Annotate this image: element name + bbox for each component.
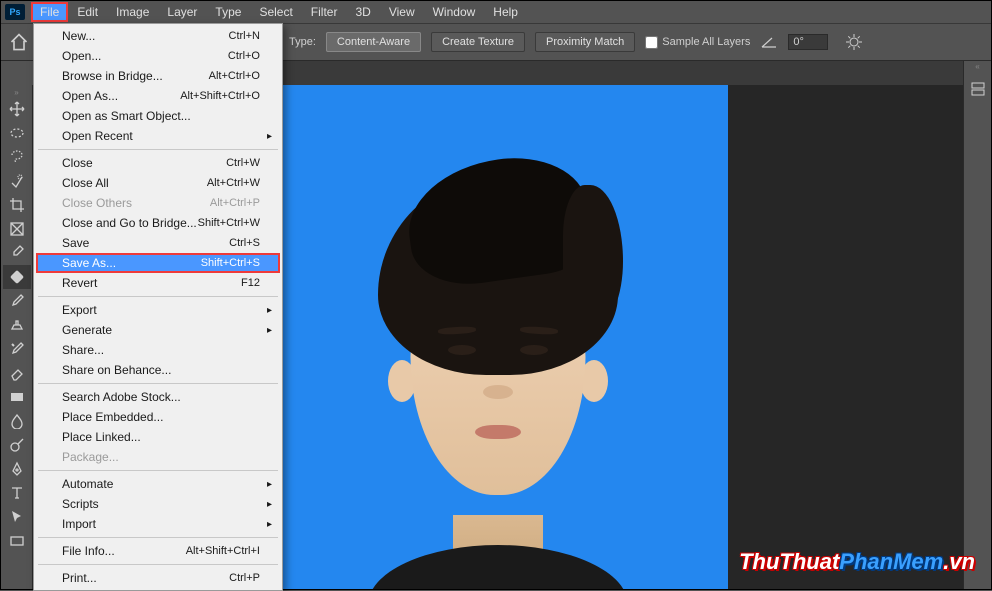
menu-item-place-linked[interactable]: Place Linked... bbox=[36, 427, 280, 447]
menu-layer[interactable]: Layer bbox=[158, 2, 206, 22]
menu-item-search-adobe-stock[interactable]: Search Adobe Stock... bbox=[36, 387, 280, 407]
menu-item-close-others: Close OthersAlt+Ctrl+P bbox=[36, 193, 280, 213]
menu-item-generate[interactable]: Generate bbox=[36, 320, 280, 340]
portrait-image bbox=[338, 175, 658, 589]
toolbox: » bbox=[1, 85, 33, 589]
menu-edit[interactable]: Edit bbox=[68, 2, 107, 22]
menu-item-export[interactable]: Export bbox=[36, 300, 280, 320]
pen-tool[interactable] bbox=[3, 457, 31, 481]
menu-item-package: Package... bbox=[36, 447, 280, 467]
move-tool[interactable] bbox=[3, 97, 31, 121]
menu-filter[interactable]: Filter bbox=[302, 2, 347, 22]
eraser-tool[interactable] bbox=[3, 361, 31, 385]
blur-tool[interactable] bbox=[3, 409, 31, 433]
menu-item-automate[interactable]: Automate bbox=[36, 474, 280, 494]
menu-item-close-all[interactable]: Close AllAlt+Ctrl+W bbox=[36, 173, 280, 193]
menu-item-scripts[interactable]: Scripts bbox=[36, 494, 280, 514]
menu-item-place-embedded[interactable]: Place Embedded... bbox=[36, 407, 280, 427]
menu-item-open-as[interactable]: Open As...Alt+Shift+Ctrl+O bbox=[36, 86, 280, 106]
angle-icon bbox=[760, 35, 778, 49]
menu-item-open-recent[interactable]: Open Recent bbox=[36, 126, 280, 146]
home-icon[interactable] bbox=[9, 32, 29, 52]
type-tool[interactable] bbox=[3, 481, 31, 505]
frame-tool[interactable] bbox=[3, 217, 31, 241]
content-aware-button[interactable]: Content-Aware bbox=[326, 32, 421, 52]
watermark: ThuThuatPhanMem.vn bbox=[739, 549, 975, 575]
menu-item-open[interactable]: Open...Ctrl+O bbox=[36, 46, 280, 66]
path-selection-tool[interactable] bbox=[3, 505, 31, 529]
menu-item-close[interactable]: CloseCtrl+W bbox=[36, 153, 280, 173]
menu-item-file-info[interactable]: File Info...Alt+Shift+Ctrl+I bbox=[36, 541, 280, 561]
clone-stamp-tool[interactable] bbox=[3, 313, 31, 337]
menu-item-browse-in-bridge[interactable]: Browse in Bridge...Alt+Ctrl+O bbox=[36, 66, 280, 86]
app-logo: Ps bbox=[5, 4, 25, 20]
menu-item-open-as-smart-object[interactable]: Open as Smart Object... bbox=[36, 106, 280, 126]
right-panel: « bbox=[963, 61, 991, 589]
menu-window[interactable]: Window bbox=[424, 2, 485, 22]
eyedropper-tool[interactable] bbox=[3, 241, 31, 265]
menu-item-close-and-go-to-bridge[interactable]: Close and Go to Bridge...Shift+Ctrl+W bbox=[36, 213, 280, 233]
sample-all-layers-checkbox[interactable]: Sample All Layers bbox=[645, 36, 750, 49]
lasso-tool[interactable] bbox=[3, 145, 31, 169]
menu-select[interactable]: Select bbox=[250, 2, 301, 22]
menu-view[interactable]: View bbox=[380, 2, 424, 22]
menu-type[interactable]: Type bbox=[206, 2, 250, 22]
menu-item-import[interactable]: Import bbox=[36, 514, 280, 534]
marquee-tool[interactable] bbox=[3, 121, 31, 145]
crop-tool[interactable] bbox=[3, 193, 31, 217]
menu-image[interactable]: Image bbox=[107, 2, 158, 22]
gradient-tool[interactable] bbox=[3, 385, 31, 409]
menu-item-new[interactable]: New...Ctrl+N bbox=[36, 26, 280, 46]
rectangle-tool[interactable] bbox=[3, 529, 31, 553]
menu-3d[interactable]: 3D bbox=[346, 2, 379, 22]
menu-file[interactable]: File bbox=[31, 2, 68, 22]
expand-right-panel-icon[interactable]: « bbox=[964, 61, 991, 71]
file-menu-dropdown: New...Ctrl+NOpen...Ctrl+OBrowse in Bridg… bbox=[33, 23, 283, 591]
panel-icon[interactable] bbox=[968, 79, 988, 99]
healing-brush-tool[interactable] bbox=[3, 265, 31, 289]
angle-input[interactable] bbox=[788, 34, 828, 50]
brush-tool[interactable] bbox=[3, 289, 31, 313]
quick-selection-tool[interactable] bbox=[3, 169, 31, 193]
create-texture-button[interactable]: Create Texture bbox=[431, 32, 525, 52]
menu-item-save-as[interactable]: Save As...Shift+Ctrl+S bbox=[36, 253, 280, 273]
brush-settings-icon[interactable] bbox=[846, 34, 862, 50]
dodge-tool[interactable] bbox=[3, 433, 31, 457]
menu-item-save[interactable]: SaveCtrl+S bbox=[36, 233, 280, 253]
type-label: Type: bbox=[289, 36, 316, 48]
menubar: Ps File Edit Image Layer Type Select Fil… bbox=[1, 1, 991, 23]
menu-item-share-on-behance[interactable]: Share on Behance... bbox=[36, 360, 280, 380]
menu-item-print[interactable]: Print...Ctrl+P bbox=[36, 568, 280, 588]
menu-help[interactable]: Help bbox=[484, 2, 527, 22]
proximity-match-button[interactable]: Proximity Match bbox=[535, 32, 635, 52]
history-brush-tool[interactable] bbox=[3, 337, 31, 361]
expand-toolbox-icon[interactable]: » bbox=[1, 87, 32, 97]
menu-item-revert[interactable]: RevertF12 bbox=[36, 273, 280, 293]
canvas[interactable] bbox=[268, 85, 728, 589]
menu-item-share[interactable]: Share... bbox=[36, 340, 280, 360]
